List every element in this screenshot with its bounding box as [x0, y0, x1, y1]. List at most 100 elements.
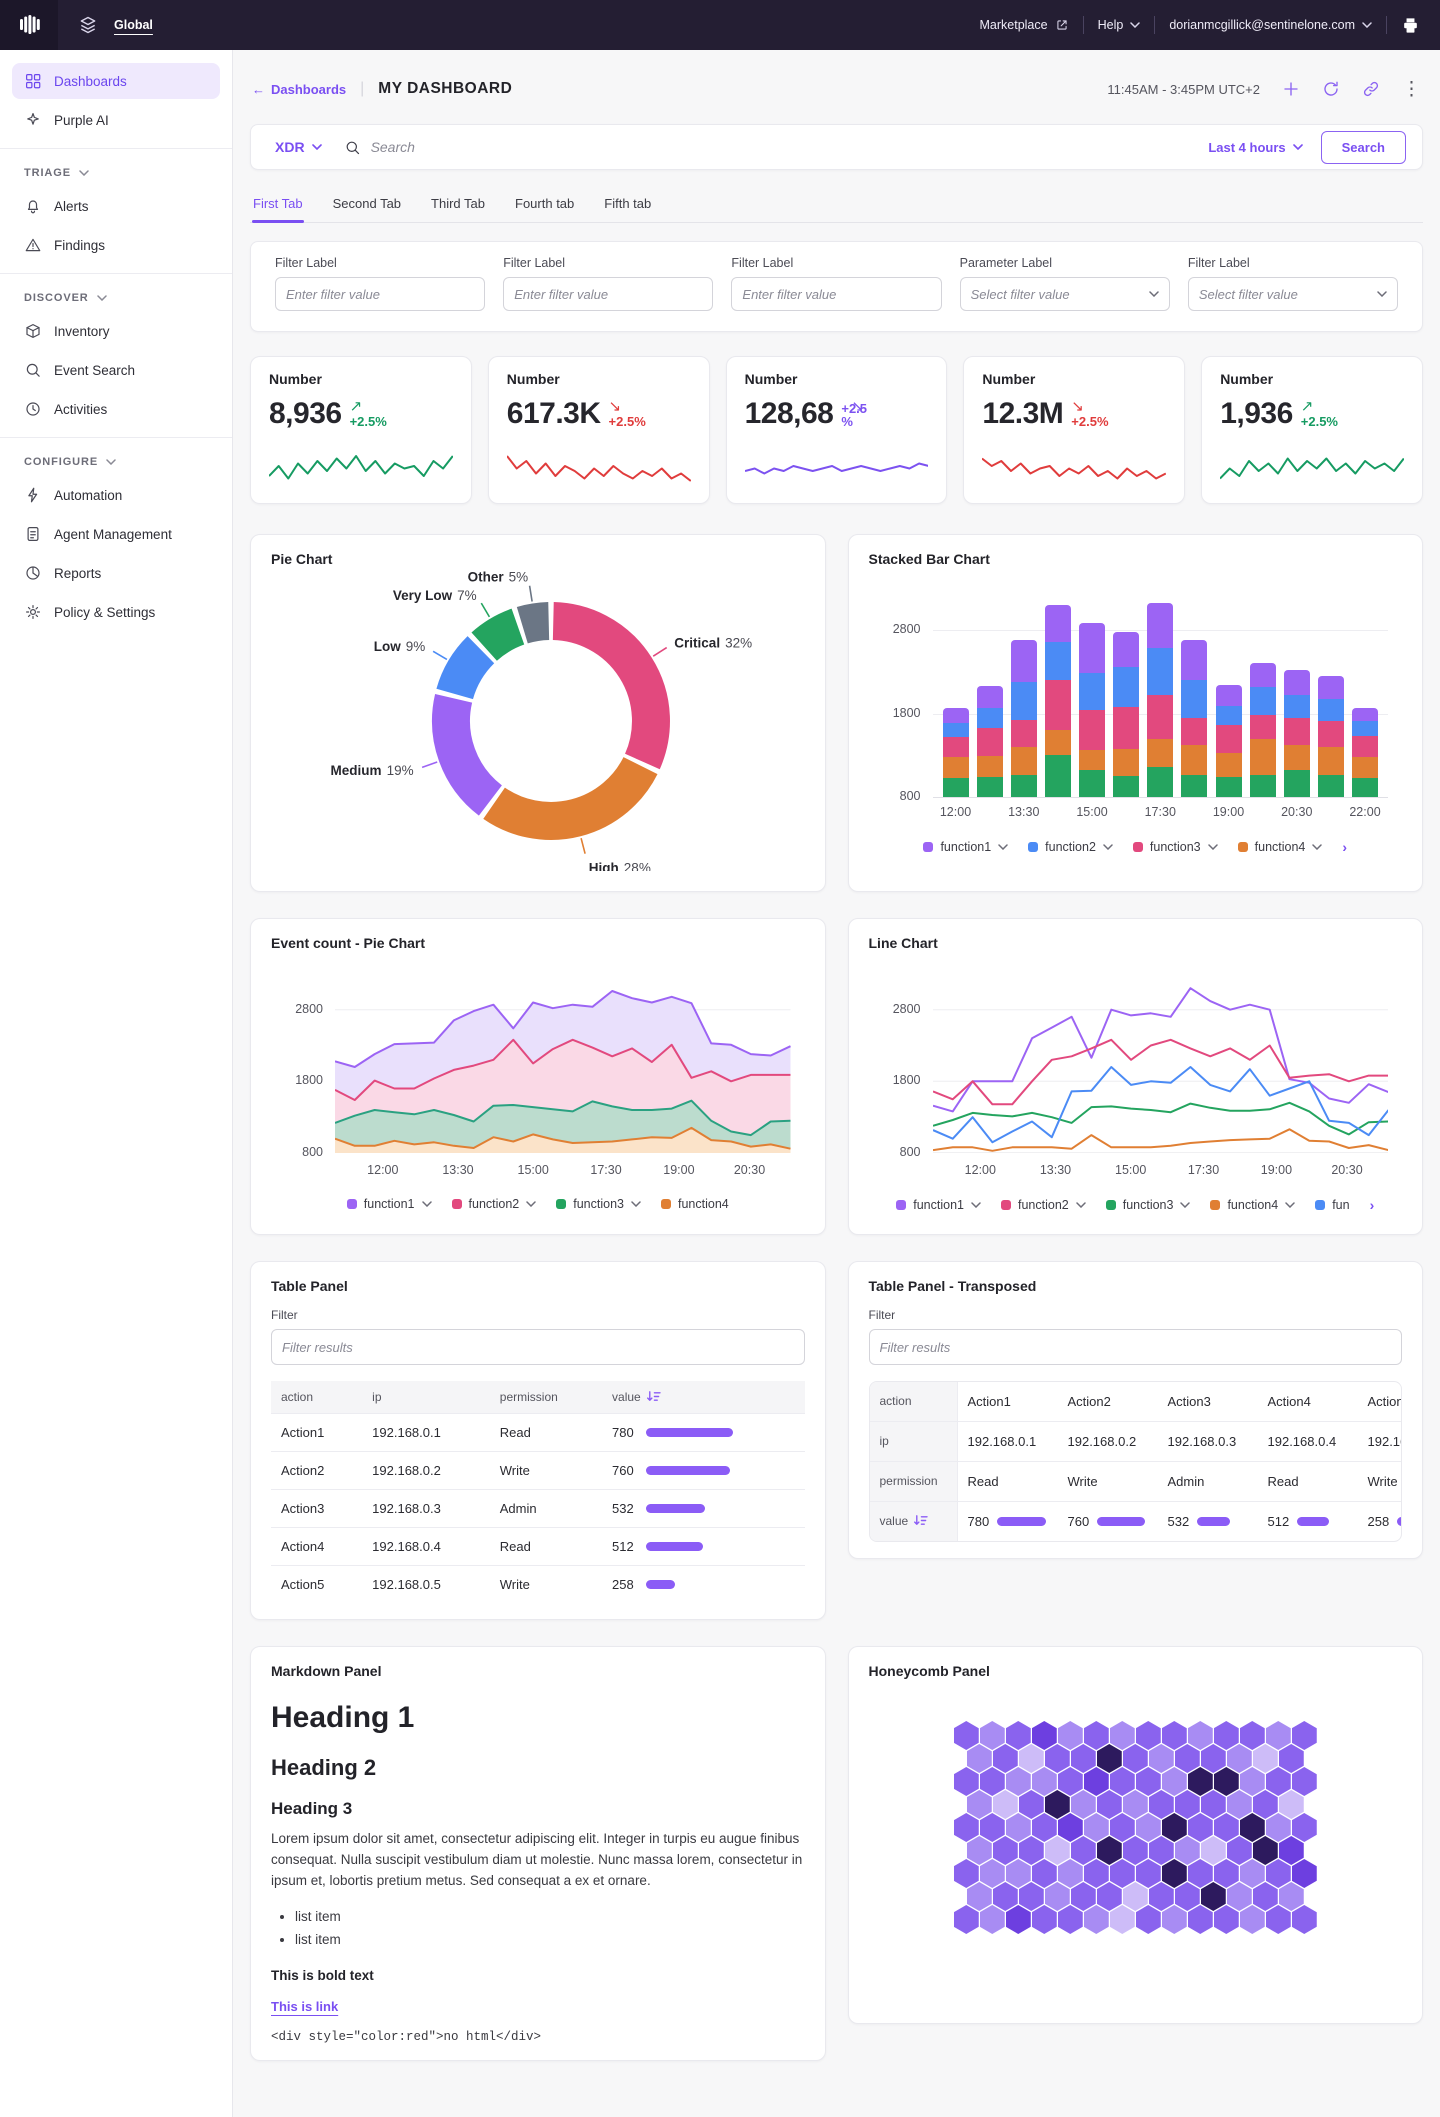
scope-selector[interactable]: XDR: [275, 139, 322, 155]
honeycomb-cell[interactable]: [1240, 1905, 1265, 1934]
honeycomb-cell[interactable]: [1084, 1905, 1109, 1934]
tab-2[interactable]: Second Tab: [332, 188, 402, 222]
stacked-bar[interactable]: [1216, 685, 1242, 797]
sidebar-item-policy-settings[interactable]: Policy & Settings: [12, 594, 220, 630]
add-widget-icon[interactable]: [1282, 80, 1300, 98]
search-button[interactable]: Search: [1321, 131, 1406, 164]
sidebar-section-header[interactable]: DISCOVER: [0, 284, 232, 310]
number-card: Number8,936↗+2.5%: [250, 356, 472, 504]
table-filter-input[interactable]: [271, 1329, 805, 1365]
stacked-bar[interactable]: [1318, 676, 1344, 797]
honeycomb-cell[interactable]: [1266, 1905, 1291, 1934]
legend-item-function3[interactable]: function3: [1133, 840, 1218, 854]
honeycomb-cell[interactable]: [1136, 1905, 1161, 1934]
filter-input[interactable]: [731, 277, 941, 311]
honeycomb-cell[interactable]: [1188, 1905, 1213, 1934]
sidebar-item-reports[interactable]: Reports: [12, 555, 220, 591]
honeycomb-cell[interactable]: [1214, 1905, 1239, 1934]
honeycomb-cell[interactable]: [1292, 1905, 1317, 1934]
honeycomb-cell[interactable]: [954, 1905, 979, 1934]
honeycomb-cell[interactable]: [980, 1905, 1005, 1934]
tab-4[interactable]: Fourth tab: [514, 188, 575, 222]
honeycomb-cell[interactable]: [1110, 1905, 1135, 1934]
stacked-bar[interactable]: [1181, 640, 1207, 797]
time-filter-dropdown[interactable]: Last 4 hours: [1208, 140, 1302, 155]
honeycomb-cell[interactable]: [1032, 1905, 1057, 1934]
pie-slice-medium[interactable]: [451, 698, 490, 800]
app-logo-icon[interactable]: [0, 0, 58, 50]
search-input[interactable]: [371, 139, 1209, 155]
more-options-icon[interactable]: ⋮: [1402, 80, 1421, 99]
column-header-value[interactable]: value: [602, 1381, 804, 1414]
legend-item-function2[interactable]: function2: [1028, 840, 1113, 854]
sidebar-item-automation[interactable]: Automation: [12, 477, 220, 513]
stacked-bar[interactable]: [1352, 708, 1378, 797]
sidebar-item-alerts[interactable]: Alerts: [12, 188, 220, 224]
pie-slice-very-low[interactable]: [484, 627, 518, 647]
console-icon[interactable]: [1401, 16, 1420, 35]
legend-item-function4[interactable]: function4: [661, 1197, 729, 1211]
legend-item-function2[interactable]: function2: [452, 1197, 537, 1211]
legend-item-function4[interactable]: function4: [1238, 840, 1323, 854]
honeycomb-cell[interactable]: [1162, 1905, 1187, 1934]
table-filter-input[interactable]: [869, 1329, 1403, 1365]
legend-item-function1[interactable]: function1: [896, 1198, 981, 1212]
stacked-bar[interactable]: [943, 708, 969, 797]
legend-item-function1[interactable]: function1: [347, 1197, 432, 1211]
account-menu[interactable]: dorianmcgillick@sentinelone.com: [1169, 18, 1372, 32]
sidebar-item-activities[interactable]: Activities: [12, 391, 220, 427]
sidebar-section-header[interactable]: TRIAGE: [0, 159, 232, 185]
row-header-value[interactable]: value: [870, 1502, 958, 1541]
sidebar-item-findings[interactable]: Findings: [12, 227, 220, 263]
marketplace-link[interactable]: Marketplace: [980, 18, 1069, 32]
markdown-link[interactable]: This is link: [271, 1999, 338, 2014]
sidebar-item-event-search[interactable]: Event Search: [12, 352, 220, 388]
number-card: Number617.3K↘+2.5%: [488, 356, 710, 504]
legend-item-function3[interactable]: function3: [556, 1197, 641, 1211]
tab-5[interactable]: Fifth tab: [603, 188, 652, 222]
filter-input[interactable]: [275, 277, 485, 311]
legend-item-function3[interactable]: function3: [1106, 1198, 1191, 1212]
stacked-bar[interactable]: [1011, 640, 1037, 797]
share-link-icon[interactable]: [1362, 80, 1380, 98]
stacked-bar[interactable]: [1113, 632, 1139, 797]
legend-item-fun[interactable]: fun: [1315, 1198, 1349, 1212]
sort-desc-icon[interactable]: [913, 1514, 928, 1527]
honeycomb-cell[interactable]: [1058, 1905, 1083, 1934]
pie-slice-high[interactable]: [494, 766, 640, 821]
sidebar-item-dashboards[interactable]: Dashboards: [12, 63, 220, 99]
stacked-bar[interactable]: [1045, 605, 1071, 797]
legend-overflow-arrow[interactable]: ›: [1342, 839, 1347, 855]
stacked-bar[interactable]: [1250, 663, 1276, 797]
global-scope-link[interactable]: Global: [114, 18, 153, 32]
card-title: Number: [745, 371, 929, 387]
honeycomb-cell[interactable]: [1006, 1905, 1031, 1934]
refresh-icon[interactable]: [1322, 80, 1340, 98]
stacked-bar[interactable]: [1284, 670, 1310, 797]
layers-icon[interactable]: [78, 15, 98, 35]
tab-1[interactable]: First Tab: [252, 188, 304, 222]
filter-select[interactable]: Select filter value: [960, 277, 1170, 311]
stacked-bar[interactable]: [1079, 623, 1105, 797]
filter-select[interactable]: Select filter value: [1188, 277, 1398, 311]
stacked-bar[interactable]: [1147, 603, 1173, 797]
legend-item-function4[interactable]: function4: [1210, 1198, 1295, 1212]
back-to-dashboards-link[interactable]: ← Dashboards: [252, 82, 346, 97]
legend-item-function1[interactable]: function1: [923, 840, 1008, 854]
pie-slice-low[interactable]: [455, 650, 481, 694]
stacked-bar[interactable]: [977, 686, 1003, 797]
tab-3[interactable]: Third Tab: [430, 188, 486, 222]
filter-input[interactable]: [503, 277, 713, 311]
sidebar-item-agent-management[interactable]: Agent Management: [12, 516, 220, 552]
sidebar-item-purple-ai[interactable]: Purple AI: [12, 102, 220, 138]
sort-desc-icon[interactable]: [646, 1390, 661, 1403]
pie-slice-other[interactable]: [522, 621, 548, 625]
pie-slice-critical[interactable]: [553, 621, 651, 762]
legend-item-function2[interactable]: function2: [1001, 1198, 1086, 1212]
legend-overflow-arrow[interactable]: ›: [1370, 1197, 1375, 1213]
help-menu[interactable]: Help: [1098, 18, 1141, 32]
sidebar-section-header[interactable]: CONFIGURE: [0, 448, 232, 474]
value-number: 532: [1168, 1514, 1190, 1529]
legend-swatch: [452, 1199, 462, 1209]
sidebar-item-inventory[interactable]: Inventory: [12, 313, 220, 349]
